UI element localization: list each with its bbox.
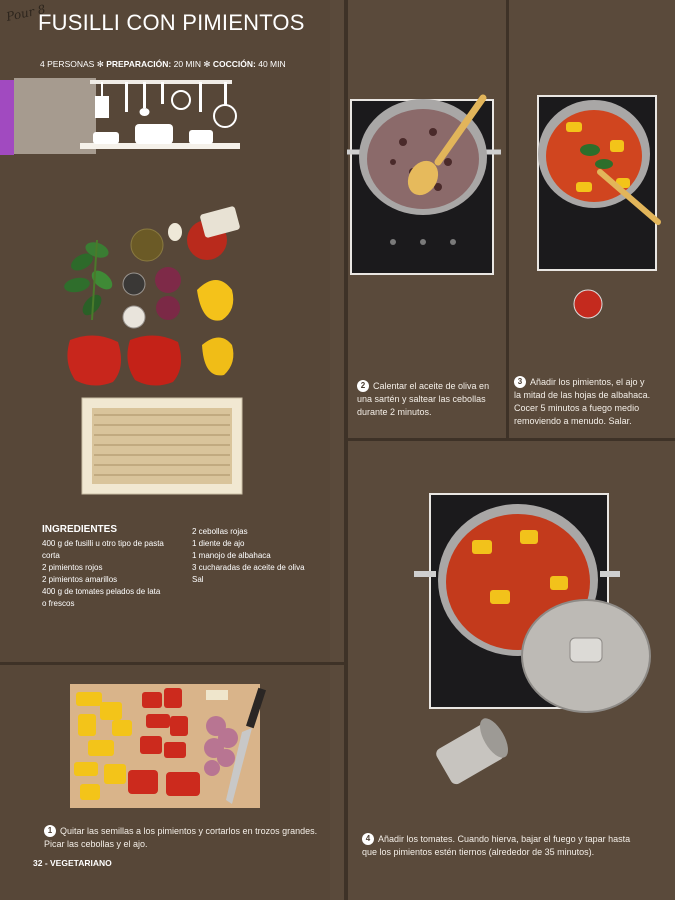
pepper-pan-photo	[537, 95, 661, 319]
pepper-bowl-icon	[122, 272, 146, 296]
step-number: 4	[362, 833, 374, 845]
step-number: 3	[514, 376, 526, 388]
tomato-bowl-icon	[573, 289, 603, 319]
step-number: 1	[44, 825, 56, 837]
red-onion-icon	[155, 267, 181, 293]
red-pepper-icon	[127, 335, 182, 386]
panel-divider	[0, 662, 344, 665]
prep-time: 20 MIN	[173, 59, 201, 69]
ingredient-item: 2 pimientos rojos	[42, 563, 103, 572]
ingredients-list-left: 400 g de fusilli u otro tipo de pasta co…	[42, 538, 164, 610]
recipe-title: FUSILLI CON PIMIENTOS	[38, 10, 305, 35]
ingredients-heading: INGREDIENTES	[42, 524, 118, 535]
basil-icon	[64, 239, 113, 321]
servings: 4 PERSONAS	[40, 59, 95, 69]
ingredient-item: 1 manojo de albahaca	[192, 551, 271, 560]
ingredient-item: 3 cucharadas de aceite de oliva	[192, 563, 305, 572]
ingredient-item: 1 diente de ajo	[192, 539, 245, 548]
step-4-text: 4 Añadir los tomates. Cuando hierva, baja…	[362, 833, 631, 857]
step-3-text: 3 Añadir los pimientos, el ajo y la mitad…	[514, 376, 651, 426]
yellow-pepper-icon	[202, 337, 234, 376]
step-1-text: 1 Quitar las semillas a los pimientos y c…	[44, 825, 318, 849]
prep-label: PREPARACIÓN:	[106, 59, 172, 69]
cook-time: 40 MIN	[258, 59, 286, 69]
garlic-icon	[206, 690, 228, 700]
step-2-text: 2 Calentar el aceite de oliva en una sart…	[357, 380, 490, 417]
ingredient-item: o frescos	[42, 599, 75, 608]
yellow-pepper-icon	[197, 280, 234, 321]
step-number: 2	[357, 380, 369, 392]
panel-divider	[348, 438, 675, 441]
cutting-board-photo	[70, 684, 266, 808]
separator-icon: ✻	[96, 59, 104, 69]
separator-icon: ✻	[203, 59, 211, 69]
section-tab	[0, 80, 14, 155]
ingredient-item: 2 cebollas rojas	[192, 527, 248, 536]
red-pepper-icon	[67, 335, 122, 386]
ingredients-photo	[64, 206, 243, 495]
red-onion-icon	[156, 296, 180, 320]
covered-pan-photo	[414, 493, 651, 785]
kitchen-utensils-icon	[93, 82, 237, 144]
onion-pan-photo	[347, 94, 501, 275]
pan-lid-icon	[521, 599, 651, 713]
recipe-meta: 4 PERSONAS ✻ PREPARACIÓN: 20 MIN ✻ COCCI…	[40, 59, 286, 70]
oil-bowl-icon	[130, 228, 164, 262]
page-footer: 32 - VEGETARIANO	[33, 858, 112, 868]
empty-can-icon	[436, 718, 508, 785]
ingredient-item: 2 pimientos amarillos	[42, 575, 118, 584]
garlic-icon	[168, 223, 182, 241]
ingredient-item: 400 g de fusilli u otro tipo de pasta	[42, 539, 164, 548]
sauteed-peppers-icon	[546, 110, 642, 202]
ingredient-item: Sal	[192, 575, 204, 584]
cookbook-page: Pour 8 FUSILLI CON PIMIENTOS 4 PERSONAS …	[0, 0, 675, 900]
ingredient-item: 400 g de tomates pelados de lata	[42, 587, 161, 596]
cook-label: COCCIÓN:	[212, 59, 256, 69]
ingredients-list-right: 2 cebollas rojas 1 diente de ajo 1 manoj…	[192, 526, 305, 586]
ingredient-item: corta	[42, 551, 60, 560]
salt-bowl-icon	[122, 305, 146, 329]
